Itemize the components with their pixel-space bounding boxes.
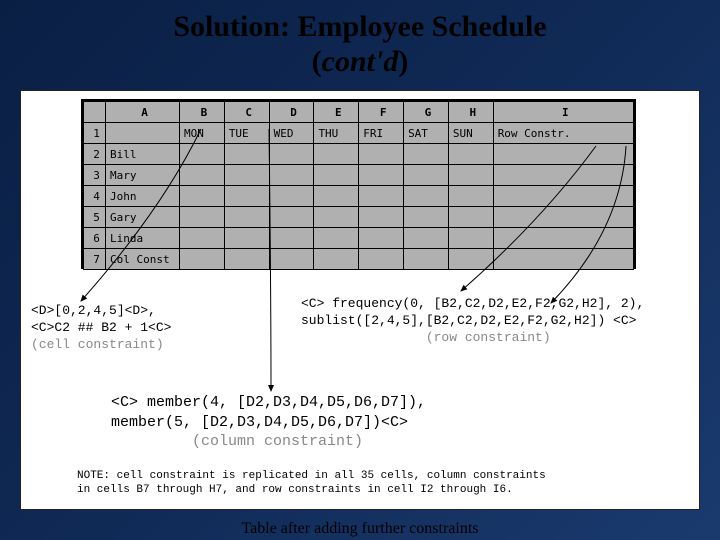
title-line-2: (cont'd)	[312, 45, 409, 78]
schedule-table-wrap: A B C D E F G H I 1 MON TUE WED THU FRI …	[81, 99, 636, 269]
table-row: A B C D E F G H I	[84, 102, 634, 123]
table-row: 3Mary	[84, 165, 634, 186]
table-row: 6Linda	[84, 228, 634, 249]
cell-constraint-text: <D>[0,2,4,5]<D>, <C>C2 ## B2 + 1<C> (cel…	[31, 303, 171, 354]
table-row: 4John	[84, 186, 634, 207]
table-row: 7Col Const	[84, 249, 634, 270]
table-row: 1 MON TUE WED THU FRI SAT SUN Row Constr…	[84, 123, 634, 144]
col-constraint-text: <C> member(4, [D2,D3,D4,D5,D6,D7]), memb…	[111, 393, 426, 452]
col-B: B	[180, 102, 225, 123]
col-A: A	[106, 102, 180, 123]
col-E: E	[314, 102, 359, 123]
col-G: G	[404, 102, 449, 123]
schedule-table: A B C D E F G H I 1 MON TUE WED THU FRI …	[83, 101, 634, 270]
col-D: D	[269, 102, 314, 123]
figure-content: A B C D E F G H I 1 MON TUE WED THU FRI …	[20, 90, 700, 510]
title-line-1: Solution: Employee Schedule	[173, 10, 546, 43]
slide-title: Solution: Employee Schedule (cont'd)	[0, 0, 720, 79]
col-I: I	[493, 102, 633, 123]
col-F: F	[359, 102, 404, 123]
col-C: C	[224, 102, 269, 123]
figure-caption: Table after adding further constraints	[0, 520, 720, 538]
table-row: 2Bill	[84, 144, 634, 165]
row-constraint-text: <C> frequency(0, [B2,C2,D2,E2,F2,G2,H2],…	[301, 296, 644, 347]
col-H: H	[448, 102, 493, 123]
note-text: NOTE: cell constraint is replicated in a…	[77, 469, 546, 498]
table-row: 5Gary	[84, 207, 634, 228]
